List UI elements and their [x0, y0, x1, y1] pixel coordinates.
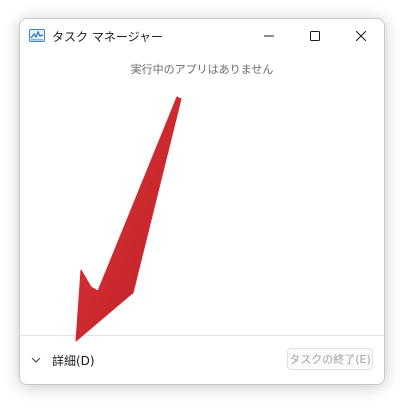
maximize-button[interactable] [292, 19, 338, 53]
close-icon [356, 31, 366, 41]
minimize-button[interactable] [246, 19, 292, 53]
maximize-icon [310, 31, 320, 41]
end-task-button[interactable]: タスクの終了(E) [287, 348, 373, 370]
chevron-down-icon [31, 357, 41, 363]
no-apps-message: 実行中のアプリはありません [130, 63, 274, 76]
task-manager-icon [29, 29, 45, 42]
window-title: タスク マネージャー [52, 30, 163, 44]
title-bar[interactable]: タスク マネージャー [20, 19, 384, 53]
details-label: 詳細(D) [52, 353, 95, 368]
task-manager-window: タスク マネージャー 実行中のアプリはありません 詳細(D) タスクの終了(E) [19, 18, 385, 385]
close-button[interactable] [338, 19, 384, 53]
details-toggle-button[interactable]: 詳細(D) [30, 350, 95, 370]
minimize-icon [264, 35, 274, 37]
footer-bar: 詳細(D) タスクの終了(E) [20, 336, 384, 384]
